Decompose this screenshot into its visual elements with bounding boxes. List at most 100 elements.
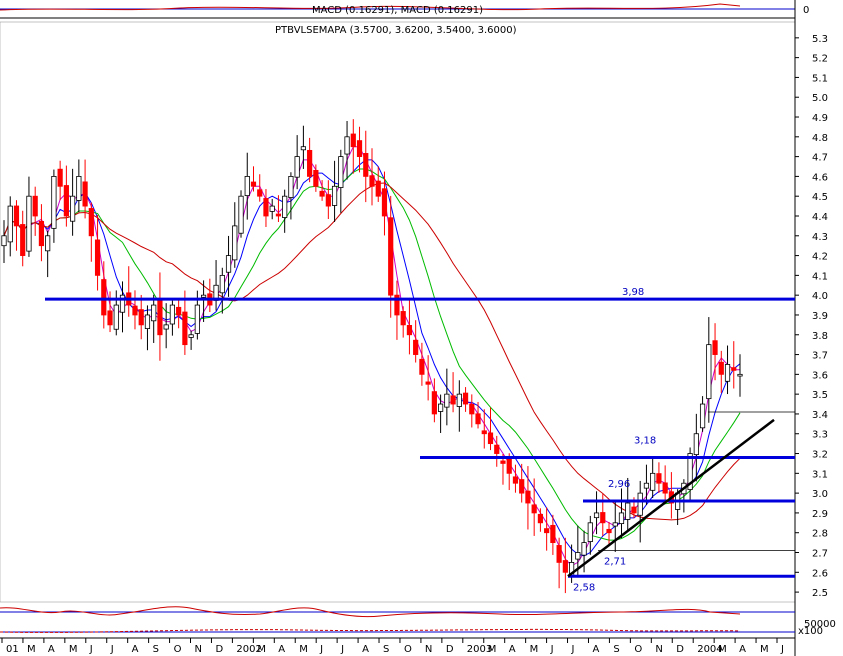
y-tick-label: 5.1 (812, 73, 828, 84)
y-tick-label: 3.3 (812, 430, 828, 441)
volume-panel: x100 50000 (0, 606, 836, 637)
candle-body (51, 176, 57, 229)
candle-body (57, 168, 63, 187)
x-tick-label: M (69, 644, 78, 655)
level-label: 2,58 (573, 582, 595, 593)
y-tick-label: 3.9 (812, 311, 828, 322)
y-tick-label: 4.5 (812, 192, 828, 203)
y-tick-label: 2.9 (812, 509, 828, 520)
y-tick-label: 4.1 (812, 271, 828, 282)
x-tick-label: O (404, 644, 412, 655)
candle-body (157, 298, 163, 336)
x-tick-label: J (110, 644, 114, 655)
candle-body (32, 195, 38, 217)
minor-level-label: 2,71 (604, 557, 626, 568)
candle-body (737, 373, 743, 377)
candle-body (313, 169, 319, 187)
candle-body (381, 188, 388, 217)
x-tick-label: N (425, 644, 432, 655)
candle-body (113, 304, 119, 330)
x-tick-label: A (132, 644, 139, 655)
candle-body (101, 279, 107, 316)
candle-body (575, 552, 581, 560)
candle-body (469, 403, 475, 415)
candle-body (219, 274, 225, 294)
candle-body (375, 180, 381, 197)
candle-body (650, 472, 656, 491)
y-tick-label: 4.4 (812, 212, 828, 223)
candle-body (232, 225, 238, 261)
candle-body (132, 305, 138, 316)
price-title: PTBVLSEMAPA (3.5700, 3.6200, 3.5400, 3.6… (275, 25, 517, 36)
candle-body (462, 392, 469, 405)
x-tick-label: A (592, 644, 599, 655)
y-tick-label: 5.3 (812, 34, 828, 45)
y-tick-label: 4.8 (812, 133, 828, 144)
candle-body (88, 208, 94, 237)
candle-body (625, 502, 631, 520)
candle-body (294, 156, 300, 178)
trendline (567, 418, 775, 578)
candle-body (556, 545, 562, 563)
candle-body (26, 195, 32, 252)
x-tick-label: J (780, 644, 784, 655)
candle-body (537, 513, 544, 524)
y-tick-label: 2.7 (812, 549, 828, 560)
candle-body (13, 205, 20, 227)
candle-body (656, 473, 662, 484)
candle-body (431, 391, 437, 415)
candle-body (544, 528, 550, 534)
x-tick-label: S (613, 644, 619, 655)
candle-body (587, 522, 593, 542)
level-label: 3,18 (634, 435, 656, 446)
candle-body (425, 381, 431, 385)
candle-body (225, 255, 232, 273)
x-tick-label: A (739, 644, 746, 655)
ma-mid-line (3, 159, 741, 557)
candle-body (631, 506, 637, 514)
candle-body (581, 542, 587, 556)
y-tick-label: 3.1 (812, 469, 828, 480)
candle-body (450, 395, 456, 405)
candle-body (706, 344, 712, 400)
candle-body (163, 324, 169, 330)
candle-body (182, 311, 188, 346)
candle-body (94, 239, 101, 276)
candle-body (263, 198, 269, 217)
y-tick-label: 3.6 (812, 370, 828, 381)
candle-body (724, 364, 731, 382)
x-tick-label: D (446, 644, 454, 655)
x-tick-label: M (488, 644, 497, 655)
candle-body (612, 522, 618, 527)
candle-body (637, 492, 643, 516)
x-tick-label: D (676, 644, 684, 655)
candle-body (169, 304, 176, 325)
candle-body (257, 189, 263, 197)
candle-body (512, 476, 519, 484)
candle-body (699, 403, 706, 429)
candle-body (307, 149, 313, 177)
x-tick-label: N (655, 644, 662, 655)
x-tick-label: J (319, 644, 323, 655)
x-tick-label: O (174, 644, 182, 655)
candle-body (406, 324, 413, 336)
candle-body (151, 304, 157, 322)
candle-body (238, 195, 244, 234)
candle-body (250, 181, 257, 187)
y-tick-label: 4.3 (812, 232, 828, 243)
candle-body (413, 339, 419, 355)
ma-longest-line (3, 182, 741, 521)
candle-body (363, 152, 369, 177)
y-tick-label: 3.5 (812, 390, 828, 401)
x-tick-label: S (153, 644, 159, 655)
x-tick-label: J (89, 644, 93, 655)
candle-body (325, 194, 331, 207)
candle-body (275, 213, 282, 217)
candlesticks (1, 119, 743, 594)
candle-body (456, 393, 462, 407)
candle-body (500, 460, 506, 464)
candle-body (138, 309, 144, 326)
y-tick-label: 3.8 (812, 331, 828, 342)
candle-body (82, 181, 88, 207)
macd-panel: MACD (0.16291), MACD (0.16291) 0 (0, 0, 809, 18)
